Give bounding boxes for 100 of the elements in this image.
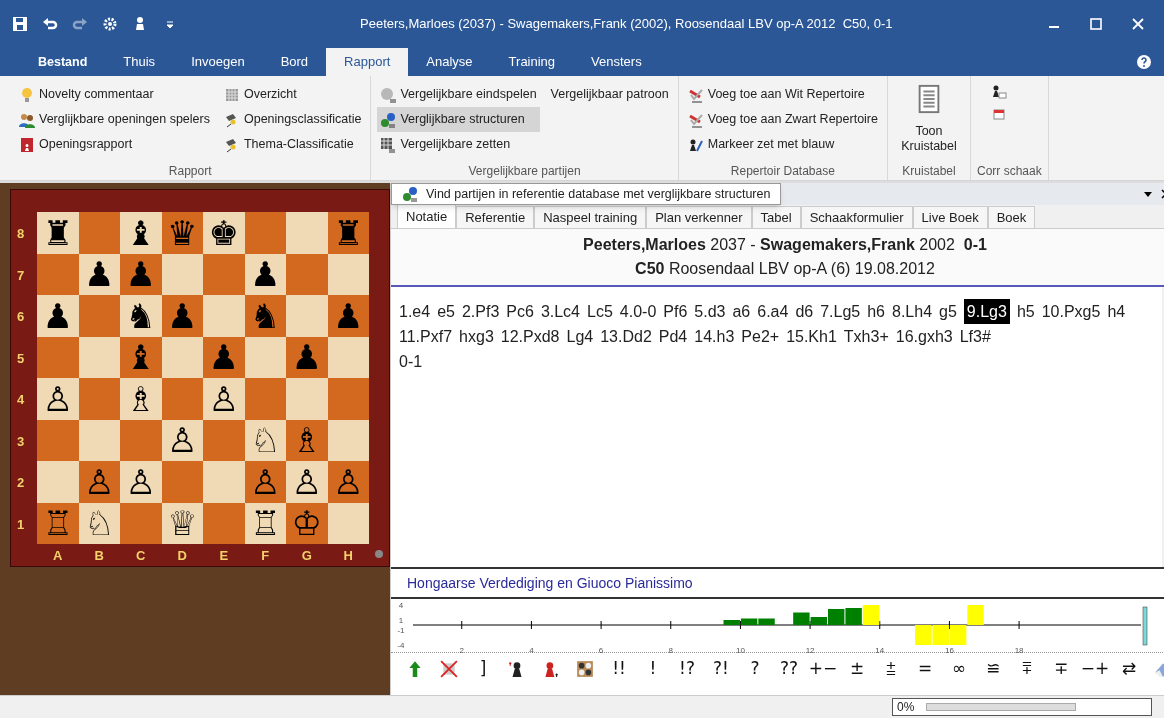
- board-square[interactable]: ♛: [161, 212, 203, 254]
- chess-piece[interactable]: ♞: [250, 298, 281, 333]
- board-square[interactable]: ♞: [120, 295, 162, 337]
- board-square[interactable]: ♚: [203, 212, 245, 254]
- annotation-button[interactable]: ⩱: [1011, 655, 1043, 682]
- board-square[interactable]: [244, 212, 286, 254]
- move[interactable]: Lg4: [566, 324, 594, 349]
- chess-piece[interactable]: ♟: [291, 340, 322, 375]
- board-square[interactable]: [244, 336, 286, 378]
- annotation-button[interactable]: ??: [773, 655, 805, 682]
- move[interactable]: Pd4: [658, 324, 688, 349]
- move[interactable]: 7.Lg5: [820, 299, 861, 324]
- board-square[interactable]: ♟: [120, 253, 162, 295]
- dropdown-icon[interactable]: [1143, 189, 1153, 199]
- chess-pieces-icon[interactable]: [576, 659, 594, 678]
- board-square[interactable]: [161, 378, 203, 420]
- ribbon-tab[interactable]: Vensters: [573, 48, 660, 76]
- board-square[interactable]: [244, 378, 286, 420]
- board-square[interactable]: ♝: [120, 212, 162, 254]
- move[interactable]: 2.Pf3: [461, 299, 500, 324]
- move[interactable]: g5: [939, 299, 957, 324]
- pawn-envelope-icon[interactable]: [991, 84, 1007, 100]
- board-square[interactable]: [78, 295, 120, 337]
- move[interactable]: 14.h3: [694, 324, 735, 349]
- annotation-button[interactable]: ⩲: [875, 655, 907, 682]
- board-square[interactable]: ♙: [78, 461, 120, 503]
- board-square[interactable]: [120, 502, 162, 544]
- chess-piece[interactable]: ♙: [250, 464, 281, 499]
- board-square[interactable]: [78, 212, 120, 254]
- ribbon-tab[interactable]: Analyse: [408, 48, 491, 76]
- panel-tab[interactable]: Boek: [987, 206, 1036, 228]
- chess-piece[interactable]: ♗: [291, 423, 322, 458]
- board-square[interactable]: ♔: [286, 502, 328, 544]
- annotation-button[interactable]: ∞: [943, 655, 975, 682]
- move[interactable]: 15.Kh1: [786, 324, 837, 349]
- envelope-icon[interactable]: [991, 106, 1007, 122]
- board-square[interactable]: [327, 336, 369, 378]
- chess-piece[interactable]: ♖: [250, 506, 281, 541]
- ribbon-tab[interactable]: Bord: [262, 48, 327, 76]
- board-square[interactable]: [327, 253, 369, 295]
- chess-piece[interactable]: ♟: [250, 257, 281, 292]
- chess-piece[interactable]: ♝: [125, 215, 156, 250]
- move[interactable]: d6: [795, 299, 814, 324]
- move[interactable]: 3.Lc4: [540, 299, 580, 324]
- annotation-button[interactable]: ?!: [705, 655, 737, 682]
- move[interactable]: 11.Pxf7: [399, 324, 453, 349]
- move[interactable]: Lc5: [587, 299, 613, 324]
- ribbon-item[interactable]: Vergelijkbare eindspelen: [377, 82, 540, 107]
- chess-piece[interactable]: ♛: [167, 215, 198, 250]
- gear-icon[interactable]: [102, 16, 118, 32]
- move[interactable]: 13.Dd2: [600, 324, 652, 349]
- move[interactable]: Pf6: [663, 299, 688, 324]
- chess-piece[interactable]: ♚: [208, 215, 239, 250]
- annotation-button[interactable]: −+: [1079, 655, 1111, 682]
- move[interactable]: Pc6: [506, 299, 534, 324]
- ribbon-tab[interactable]: Rapport: [326, 48, 409, 76]
- move[interactable]: 6.a4: [757, 299, 789, 324]
- board-square[interactable]: [78, 336, 120, 378]
- annotation-button[interactable]: !: [637, 655, 669, 682]
- maximize-icon[interactable]: [1090, 18, 1102, 30]
- annotation-button[interactable]: ≌: [977, 655, 1009, 682]
- ribbon-tab[interactable]: Bestand: [20, 48, 106, 76]
- ribbon-item[interactable]: Openingsclassificatie: [220, 107, 365, 132]
- ribbon-tab[interactable]: Training: [490, 48, 574, 76]
- chess-piece[interactable]: ♙: [333, 464, 364, 499]
- chess-piece[interactable]: ♗: [125, 381, 156, 416]
- annotation-button[interactable]: ±: [841, 655, 873, 682]
- chess-piece[interactable]: ♘: [250, 423, 281, 458]
- board-square[interactable]: [161, 461, 203, 503]
- ribbon-item[interactable]: Thema-Classificatie: [220, 132, 365, 157]
- panel-tab[interactable]: Schaakformulier: [800, 206, 913, 228]
- board-square[interactable]: ♟: [78, 253, 120, 295]
- board-square[interactable]: [327, 502, 369, 544]
- ribbon-item[interactable]: Voeg toe aan Zwart Repertoire: [684, 107, 881, 132]
- board-square[interactable]: ♙: [244, 461, 286, 503]
- move[interactable]: a6: [732, 299, 751, 324]
- chess-piece[interactable]: ♖: [42, 506, 73, 541]
- board-square[interactable]: ♘: [244, 419, 286, 461]
- panel-tab[interactable]: Live Boek: [912, 206, 988, 228]
- chess-piece[interactable]: ♟: [208, 340, 239, 375]
- chess-piece[interactable]: ♜: [333, 215, 364, 250]
- crosstable-button[interactable]: Toon Kruistabel: [894, 82, 964, 154]
- move[interactable]: 5.d3: [694, 299, 726, 324]
- board-square[interactable]: ♖: [244, 502, 286, 544]
- save-icon[interactable]: [12, 16, 28, 32]
- move[interactable]: Lf3#: [959, 324, 991, 349]
- board-square[interactable]: [37, 336, 79, 378]
- chess-piece[interactable]: ♟: [42, 298, 73, 333]
- pawn-marker-icon[interactable]: [542, 659, 560, 678]
- move[interactable]: 9.Lg3: [963, 299, 1010, 324]
- move[interactable]: h5: [1016, 299, 1035, 324]
- board-square[interactable]: [203, 502, 245, 544]
- crossed-out-icon[interactable]: [440, 659, 458, 678]
- ribbon-item[interactable]: Verglijkbare openingen spelers: [16, 107, 213, 132]
- panel-tab[interactable]: Plan verkenner: [646, 206, 752, 228]
- annotation-button[interactable]: +−: [807, 655, 839, 682]
- move[interactable]: 12.Pxd8: [500, 324, 560, 349]
- ribbon-item[interactable]: Novelty commentaar: [16, 82, 213, 107]
- board-square[interactable]: [327, 378, 369, 420]
- ribbon-item[interactable]: Vergelijkbaar patroon: [547, 82, 672, 107]
